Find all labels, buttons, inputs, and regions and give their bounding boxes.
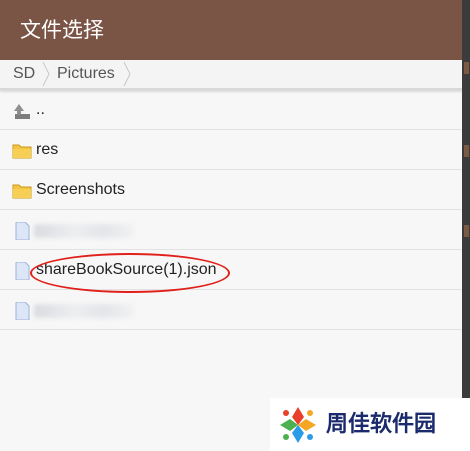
list-item-folder[interactable]: Screenshots	[0, 170, 462, 210]
file-name: Screenshots	[36, 181, 125, 198]
list-item-file[interactable]	[0, 290, 462, 330]
breadcrumb-item-sd[interactable]: SD	[13, 60, 35, 88]
strip-marker	[464, 62, 469, 74]
breadcrumb: SD Pictures	[0, 60, 462, 90]
list-item-parent-directory[interactable]: ..	[0, 90, 462, 130]
strip-marker	[464, 145, 469, 157]
parent-folder-icon	[14, 104, 30, 119]
watermark-logo-icon	[280, 407, 316, 443]
file-icon	[15, 222, 30, 240]
obscured-file-name	[34, 224, 134, 238]
file-chooser-dialog: 文件选择 SD Pictures .. res Screenshots shar…	[0, 0, 462, 451]
chevron-right-icon	[123, 61, 131, 87]
obscured-file-name	[34, 304, 134, 318]
highlight-circle	[30, 253, 230, 293]
file-icon	[15, 262, 30, 280]
folder-icon	[12, 144, 32, 159]
file-name: res	[36, 141, 59, 158]
breadcrumb-item-pictures[interactable]: Pictures	[57, 60, 115, 88]
strip-marker	[464, 225, 469, 237]
dialog-title: 文件选择	[0, 0, 462, 60]
file-name: ..	[36, 101, 45, 118]
chevron-right-icon	[42, 61, 50, 87]
list-item-file[interactable]	[0, 210, 462, 250]
watermark: 周佳软件园	[270, 398, 470, 451]
list-item-folder[interactable]: res	[0, 130, 462, 170]
file-icon	[15, 302, 30, 320]
folder-icon	[12, 184, 32, 199]
watermark-text: 周佳软件园	[326, 412, 437, 437]
